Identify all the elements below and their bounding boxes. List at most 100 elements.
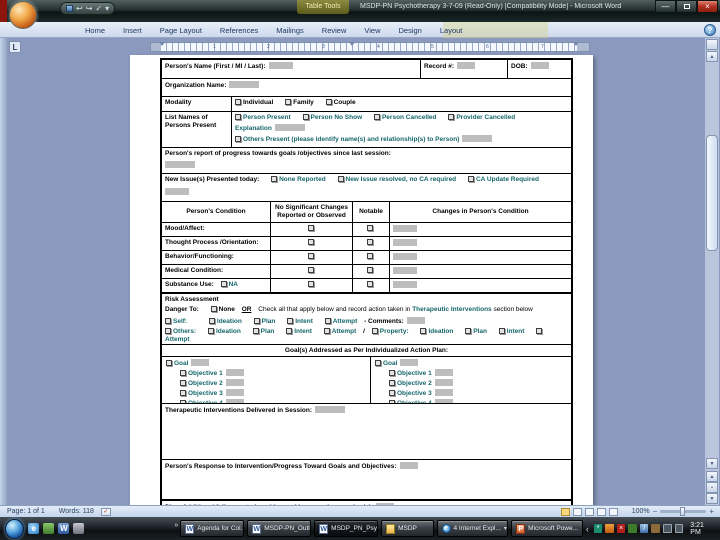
others-present-field[interactable]: [462, 135, 493, 142]
tray-collapse-icon[interactable]: ‹: [586, 524, 589, 534]
tab-references[interactable]: References: [211, 26, 267, 35]
quick-launch-overflow-icon[interactable]: »: [174, 522, 178, 529]
property-attempt-checkbox[interactable]: [536, 328, 543, 334]
draft-view-button[interactable]: [608, 507, 618, 516]
organization-field[interactable]: [229, 81, 260, 88]
left-indent-marker[interactable]: [159, 42, 165, 46]
tray-icon-orange[interactable]: [605, 524, 614, 533]
taskbar-button-msdp-folder[interactable]: MSDP: [381, 520, 434, 537]
tray-icon-green-star[interactable]: *: [593, 524, 603, 533]
scroll-up-button[interactable]: ▲: [706, 51, 718, 62]
network-icon[interactable]: [663, 524, 672, 533]
interventions-field[interactable]: [315, 406, 346, 413]
explanation-field[interactable]: [274, 124, 305, 131]
thought-notable-checkbox[interactable]: [367, 239, 373, 245]
others-attempt-checkbox[interactable]: [323, 328, 330, 334]
taskbar-button-internet-explorer-group[interactable]: e 4 Internet Expl... ▾: [436, 520, 509, 537]
outline-view-button[interactable]: [596, 507, 606, 516]
tab-review[interactable]: Review: [313, 26, 356, 35]
record-field[interactable]: [456, 62, 475, 69]
others-checkbox[interactable]: [165, 328, 171, 334]
start-button[interactable]: [5, 518, 25, 539]
provider-cancelled-checkbox[interactable]: [448, 114, 455, 120]
group-dropdown-icon[interactable]: ▾: [504, 525, 507, 532]
medical-changes-field[interactable]: [393, 267, 417, 274]
vertical-scrollbar[interactable]: ▲ ▼ ▲ • ▼: [705, 38, 719, 505]
goal-2-objective-2-field[interactable]: [434, 379, 453, 386]
tab-home[interactable]: Home: [76, 26, 114, 35]
others-present-checkbox[interactable]: [235, 136, 241, 142]
redo-icon[interactable]: ↪: [86, 4, 93, 13]
previous-page-button[interactable]: ▲: [706, 471, 718, 482]
mood-changes-field[interactable]: [393, 225, 417, 232]
dob-field[interactable]: [530, 62, 549, 69]
self-intent-checkbox[interactable]: [287, 318, 294, 324]
substance-nsc-checkbox[interactable]: [307, 281, 314, 287]
goal-1-checkbox[interactable]: [166, 360, 172, 366]
progress-field[interactable]: [165, 161, 195, 168]
others-plan-checkbox[interactable]: [252, 328, 259, 334]
person-name-field[interactable]: [268, 62, 293, 69]
tab-layout[interactable]: Layout: [431, 26, 472, 35]
thought-changes-field[interactable]: [393, 239, 417, 246]
mood-notable-checkbox[interactable]: [367, 225, 373, 231]
web-layout-view-button[interactable]: [584, 507, 594, 516]
zoom-slider[interactable]: [660, 507, 707, 516]
tab-stop-marker[interactable]: [349, 42, 355, 46]
spell-check-icon[interactable]: ✓: [95, 4, 102, 13]
property-ideation-checkbox[interactable]: [420, 328, 427, 334]
property-checkbox[interactable]: [371, 328, 378, 334]
zoom-slider-thumb[interactable]: [680, 507, 686, 516]
person-cancelled-checkbox[interactable]: [373, 114, 380, 120]
full-screen-reading-view-button[interactable]: [572, 507, 582, 516]
scrollbar-thumb[interactable]: [706, 135, 718, 251]
internet-explorer-icon[interactable]: e: [28, 523, 40, 534]
family-checkbox[interactable]: [285, 99, 292, 105]
goal-1-field[interactable]: [191, 359, 210, 366]
mood-nsc-checkbox[interactable]: [307, 225, 314, 231]
undo-icon[interactable]: ↩: [76, 4, 83, 13]
quick-launch-icon[interactable]: [43, 523, 55, 534]
qat-dropdown-icon[interactable]: ▾: [105, 4, 109, 13]
tab-view[interactable]: View: [355, 26, 389, 35]
goal-2-objective-3-checkbox[interactable]: [389, 390, 395, 396]
thought-nsc-checkbox[interactable]: [307, 239, 314, 245]
goal-1-objective-1-checkbox[interactable]: [180, 370, 186, 376]
new-issue-resolved-checkbox[interactable]: [337, 176, 344, 182]
document-page[interactable]: Person's Name (First / MI / Last): Recor…: [130, 55, 593, 505]
substance-notable-checkbox[interactable]: [367, 281, 373, 287]
substance-na-checkbox[interactable]: [220, 281, 227, 287]
ruler-toggle-button[interactable]: [706, 39, 718, 50]
self-plan-checkbox[interactable]: [253, 318, 260, 324]
couple-checkbox[interactable]: [325, 99, 332, 105]
others-ideation-checkbox[interactable]: [207, 328, 214, 334]
person-no-show-checkbox[interactable]: [302, 114, 309, 120]
horizontal-ruler[interactable]: 1 2 3 4 5 6 7: [150, 42, 590, 52]
proofing-status-icon[interactable]: ✓: [100, 507, 111, 516]
behavior-nsc-checkbox[interactable]: [307, 253, 314, 259]
danger-none-checkbox[interactable]: [210, 306, 217, 312]
substance-changes-field[interactable]: [393, 281, 417, 288]
right-indent-marker[interactable]: [573, 42, 579, 46]
taskbar-button-powerpoint[interactable]: P Microsoft Powe...: [511, 520, 583, 537]
goal-2-objective-1-field[interactable]: [434, 369, 453, 376]
taskbar-clock[interactable]: 3:21 PM: [690, 522, 715, 536]
behavior-changes-field[interactable]: [393, 253, 417, 260]
save-icon[interactable]: [66, 5, 73, 12]
self-ideation-checkbox[interactable]: [208, 318, 215, 324]
goal-2-field[interactable]: [400, 359, 419, 366]
show-desktop-icon[interactable]: [73, 523, 85, 534]
taskbar-button-agenda[interactable]: W Agenda for Col...: [180, 520, 245, 537]
close-button[interactable]: ×: [697, 0, 718, 13]
medical-notable-checkbox[interactable]: [367, 267, 373, 273]
goal-1-objective-1-field[interactable]: [225, 369, 244, 376]
page-indicator[interactable]: Page: 1 of 1: [0, 508, 52, 515]
response-field[interactable]: [399, 462, 418, 469]
browse-object-button[interactable]: •: [706, 482, 718, 493]
zoom-out-button[interactable]: −: [653, 507, 658, 516]
minimize-button[interactable]: —: [655, 0, 676, 13]
office-button[interactable]: [9, 1, 37, 29]
scroll-down-button[interactable]: ▼: [706, 458, 718, 469]
goal-2-objective-3-field[interactable]: [434, 389, 453, 396]
goal-2-checkbox[interactable]: [375, 360, 381, 366]
